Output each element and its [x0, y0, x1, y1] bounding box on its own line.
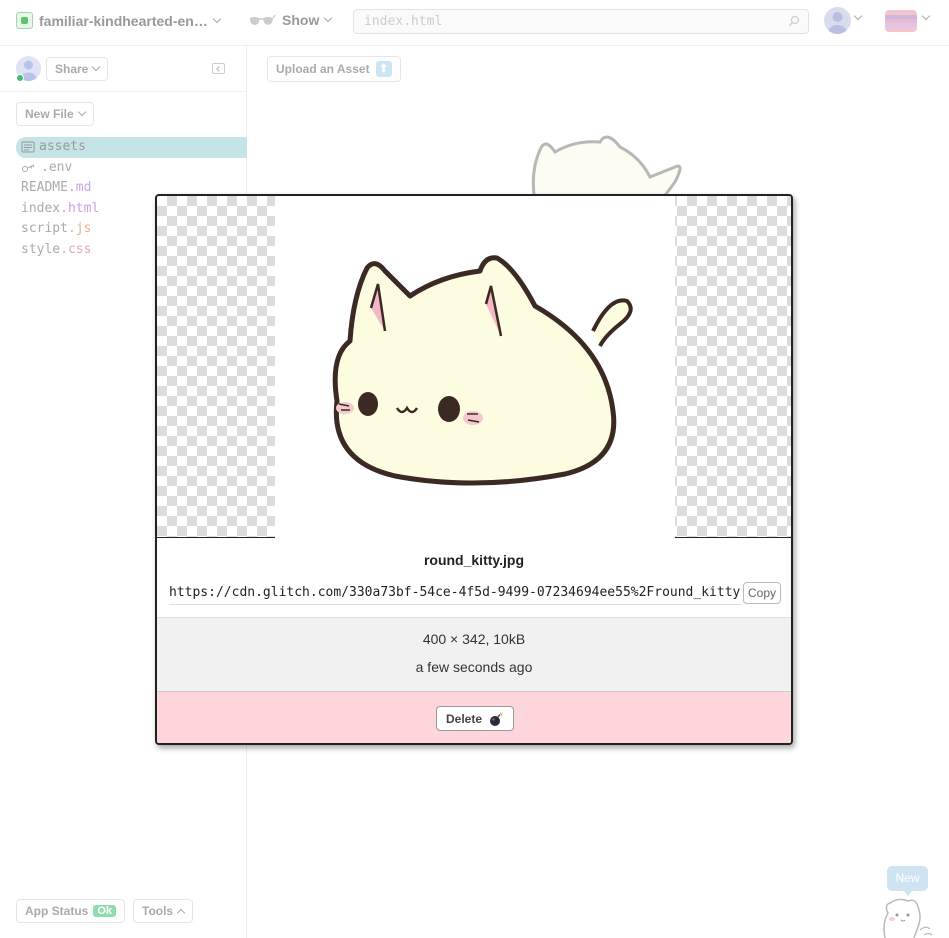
new-file-button[interactable]: New File	[16, 102, 94, 126]
show-label: Show	[282, 12, 320, 28]
search-placeholder: index.html	[364, 14, 443, 29]
online-status-dot	[16, 74, 24, 82]
chevron-down-icon	[324, 13, 333, 23]
mascot-icon[interactable]	[880, 895, 935, 938]
tools-button[interactable]: Tools	[133, 899, 194, 923]
top-bar: familiar-kindhearted-en… Show index.html	[0, 0, 949, 46]
collapse-sidebar-icon[interactable]	[212, 63, 225, 74]
new-file-label: New File	[25, 107, 74, 121]
share-button[interactable]: Share	[46, 57, 109, 81]
danger-zone: Delete	[157, 692, 791, 743]
asset-url-row: https://cdn.glitch.com/330a73bf-54ce-4f5…	[169, 580, 781, 606]
folder-icon	[21, 141, 35, 153]
file-ext: .css	[60, 241, 92, 257]
delete-label: Delete	[445, 711, 483, 726]
asset-upload-time: a few seconds ago	[415, 659, 533, 675]
file-item-assets[interactable]: assets	[16, 137, 247, 158]
project-menu[interactable]: familiar-kindhearted-en…	[16, 12, 222, 29]
bomb-icon	[490, 711, 503, 726]
delete-asset-button[interactable]: Delete	[436, 706, 514, 731]
menu-flag-icon[interactable]	[885, 10, 917, 32]
chevron-down-icon[interactable]	[853, 11, 863, 21]
sunglasses-icon	[250, 14, 276, 25]
file-name: README	[21, 180, 68, 196]
show-button[interactable]: Show	[248, 12, 333, 28]
upload-asset-button[interactable]: Upload an Asset ⬆	[267, 56, 401, 82]
asset-dimensions: 400 × 342, 10kB	[422, 631, 526, 647]
file-name: assets	[39, 139, 86, 155]
copy-url-button[interactable]: Copy	[742, 582, 781, 604]
user-avatar[interactable]	[824, 7, 851, 34]
share-label: Share	[55, 62, 89, 76]
avatar-silhouette-icon	[828, 12, 847, 34]
background-asset-thumbnail[interactable]	[525, 132, 695, 202]
file-name: index	[21, 200, 61, 216]
chevron-down-icon	[212, 14, 222, 23]
asset-filename: round_kitty.jpg	[423, 552, 525, 568]
project-icon	[16, 12, 33, 29]
tools-label: Tools	[142, 904, 174, 918]
file-name: style	[21, 241, 61, 257]
file-name: script	[21, 221, 68, 237]
asset-preview	[157, 196, 791, 538]
key-icon	[22, 164, 35, 172]
app-status-button[interactable]: App Status Ok	[16, 899, 126, 923]
asset-info: 400 × 342, 10kB a few seconds ago	[157, 617, 791, 692]
chevron-up-icon	[176, 908, 186, 917]
upload-label: Upload an Asset	[276, 62, 370, 76]
kitty-image	[531, 135, 682, 202]
new-badge[interactable]: New	[887, 866, 928, 896]
search-icon	[789, 15, 800, 26]
upload-arrow-icon: ⬆	[375, 61, 392, 77]
round-kitty-image	[332, 255, 633, 486]
asset-url-field[interactable]: https://cdn.glitch.com/330a73bf-54ce-4f5…	[169, 581, 741, 605]
file-ext: .md	[67, 180, 92, 196]
file-item-env[interactable]: .env	[16, 158, 247, 179]
asset-modal: round_kitty.jpg https://cdn.glitch.com/3…	[155, 194, 793, 745]
file-ext: .js	[67, 221, 92, 237]
sidebar-header: Share	[0, 46, 247, 92]
search-input[interactable]: index.html	[353, 9, 809, 34]
file-name: .env	[41, 159, 73, 175]
chevron-down-icon	[92, 62, 101, 72]
app-status-label: App Status	[25, 904, 89, 918]
status-badge: Ok	[93, 905, 117, 917]
asset-image	[275, 196, 675, 538]
chevron-down-icon	[77, 107, 86, 117]
file-ext: .html	[60, 200, 100, 216]
project-name: familiar-kindhearted-en…	[39, 12, 208, 29]
chevron-down-icon[interactable]	[921, 11, 931, 21]
